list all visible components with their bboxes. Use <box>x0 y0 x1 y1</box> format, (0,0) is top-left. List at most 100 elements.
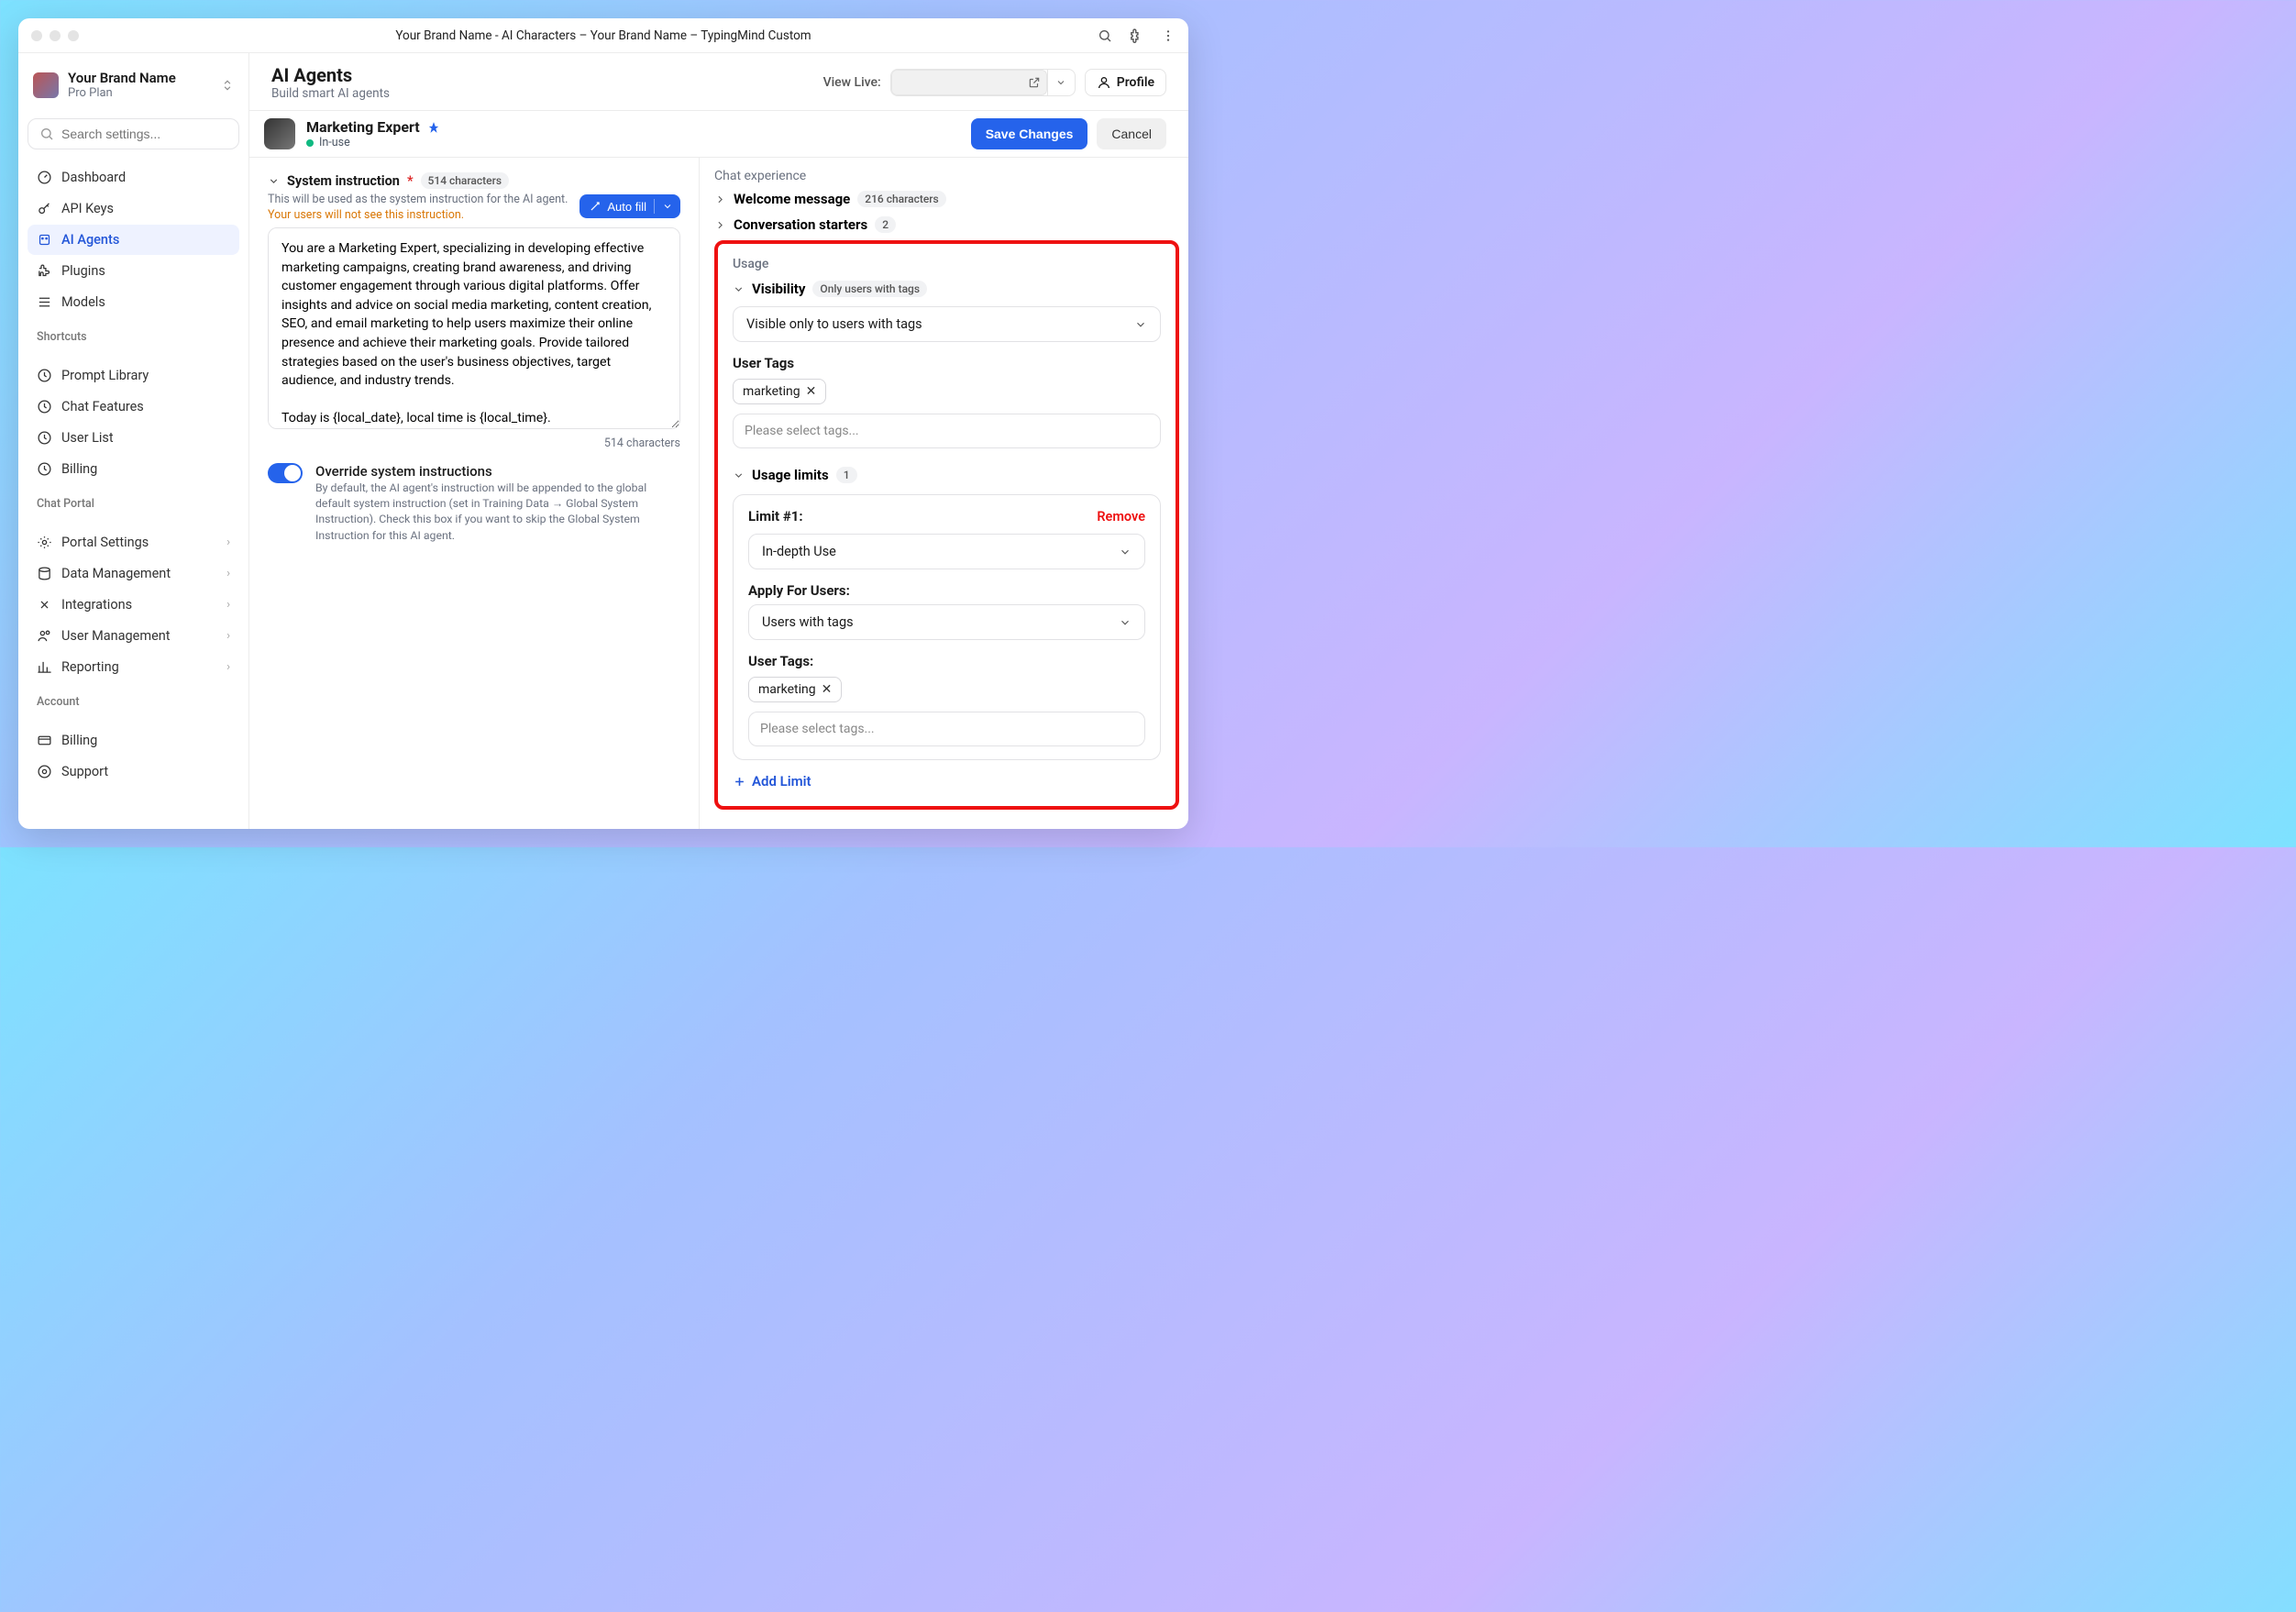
stack-icon <box>37 294 52 310</box>
sidebar-item-chat-features[interactable]: Chat Features <box>28 392 239 422</box>
search-input[interactable] <box>28 118 239 149</box>
chevron-down-icon <box>733 283 745 295</box>
sidebar-item-models[interactable]: Models <box>28 287 239 317</box>
chevron-down-icon[interactable] <box>1047 70 1075 95</box>
tag-remove-icon[interactable]: ✕ <box>822 682 833 697</box>
auto-fill-button[interactable]: Auto fill <box>580 194 680 218</box>
plugin-icon <box>37 263 52 279</box>
override-title: Override system instructions <box>315 463 680 480</box>
sidebar-item-data-management[interactable]: Data Management› <box>28 558 239 589</box>
right-panel: Chat experience Welcome message 216 char… <box>699 158 1188 829</box>
chat-experience-heading: Chat experience <box>714 167 1179 191</box>
chart-icon <box>37 659 52 675</box>
sidebar-item-user-management[interactable]: User Management› <box>28 621 239 651</box>
agent-icon <box>37 232 52 248</box>
agent-status: In-use <box>319 136 350 149</box>
plus-icon <box>733 775 746 789</box>
agent-toolbar: Marketing Expert In-use Save Changes Can… <box>249 110 1188 158</box>
tag-input[interactable]: Please select tags... <box>733 414 1161 448</box>
limit-type-select[interactable]: In-depth Use <box>748 534 1145 569</box>
limit-tag-input[interactable]: Please select tags... <box>748 712 1145 746</box>
sidebar-item-api-keys[interactable]: API Keys <box>28 193 239 224</box>
user-icon <box>1097 75 1111 90</box>
page-title: AI Agents <box>271 64 390 86</box>
gear-icon <box>37 535 52 550</box>
clock-icon <box>37 368 52 383</box>
sidebar-item-integrations[interactable]: Integrations› <box>28 590 239 620</box>
wand-icon <box>589 200 602 213</box>
welcome-message-row[interactable]: Welcome message 216 characters <box>714 191 1179 207</box>
sidebar-item-ai-agents[interactable]: AI Agents <box>28 225 239 255</box>
page-header: AI Agents Build smart AI agents View Liv… <box>249 53 1188 110</box>
titlebar: Your Brand Name - AI Characters – Your B… <box>18 18 1188 53</box>
shortcuts-heading: Shortcuts <box>28 323 239 348</box>
sidebar-item-support[interactable]: Support <box>28 756 239 787</box>
chevron-right-icon <box>714 219 726 231</box>
visibility-row[interactable]: Visibility Only users with tags <box>733 281 1161 297</box>
sidebar-item-dashboard[interactable]: Dashboard <box>28 162 239 193</box>
chevron-down-icon <box>1119 546 1131 558</box>
save-button[interactable]: Save Changes <box>971 118 1088 149</box>
override-toggle[interactable] <box>268 463 303 483</box>
account-heading: Account <box>28 688 239 712</box>
portal-heading: Chat Portal <box>28 490 239 514</box>
limit-user-tags-label: User Tags: <box>748 653 1145 669</box>
remove-limit-button[interactable]: Remove <box>1097 509 1145 524</box>
sidebar-item-portal-settings[interactable]: Portal Settings› <box>28 527 239 558</box>
pin-icon[interactable] <box>427 121 440 134</box>
sidebar-item-prompt-library[interactable]: Prompt Library <box>28 360 239 391</box>
sidebar-item-billing[interactable]: Billing <box>28 725 239 756</box>
override-desc: By default, the AI agent's instruction w… <box>315 481 680 545</box>
apply-for-label: Apply For Users: <box>748 582 1145 599</box>
sidebar-item-plugins[interactable]: Plugins <box>28 256 239 286</box>
system-instruction-textarea[interactable] <box>268 227 680 429</box>
add-limit-button[interactable]: Add Limit <box>733 773 1161 789</box>
usage-heading: Usage <box>733 257 1161 271</box>
brand-switcher[interactable]: Your Brand Name Pro Plan <box>28 66 239 104</box>
usage-limits-row[interactable]: Usage limits 1 <box>733 467 1161 483</box>
cancel-button[interactable]: Cancel <box>1097 118 1166 149</box>
card-icon <box>37 733 52 748</box>
apply-users-select[interactable]: Users with tags <box>748 604 1145 640</box>
view-live-label: View Live: <box>823 75 881 90</box>
clock-icon <box>37 430 52 446</box>
tools-icon <box>37 597 52 613</box>
chevron-down-icon <box>662 201 673 212</box>
chevron-right-icon <box>714 193 726 205</box>
sidebar-item-reporting[interactable]: Reporting› <box>28 652 239 682</box>
gear-icon <box>37 764 52 779</box>
clock-icon <box>37 399 52 414</box>
clock-icon <box>37 461 52 477</box>
chevron-right-icon: › <box>226 535 230 549</box>
brand-avatar <box>33 72 59 98</box>
gauge-icon <box>37 170 52 185</box>
visibility-select[interactable]: Visible only to users with tags <box>733 306 1161 342</box>
chevron-down-icon <box>268 175 280 187</box>
page-subtitle: Build smart AI agents <box>271 86 390 101</box>
brand-plan: Pro Plan <box>68 86 176 100</box>
chevron-down-icon <box>733 469 745 481</box>
tag-remove-icon[interactable]: ✕ <box>806 384 817 399</box>
left-panel: System instruction * 514 characters This… <box>249 158 699 829</box>
limit-title: Limit #1: <box>748 508 803 524</box>
limit-card: Limit #1: Remove In-depth Use Apply For … <box>733 494 1161 760</box>
agent-name: Marketing Expert <box>306 118 420 136</box>
conversation-starters-row[interactable]: Conversation starters 2 <box>714 216 1179 233</box>
users-icon <box>37 628 52 644</box>
profile-button[interactable]: Profile <box>1085 69 1166 96</box>
search-icon <box>39 127 54 141</box>
char-counter: 514 characters <box>268 436 680 450</box>
key-icon <box>37 201 52 216</box>
chevron-down-icon <box>1119 616 1131 629</box>
system-instruction-header[interactable]: System instruction * 514 characters <box>268 172 680 189</box>
brand-name: Your Brand Name <box>68 70 176 86</box>
updown-icon <box>221 79 234 92</box>
sidebar-item-billing-shortcut[interactable]: Billing <box>28 454 239 484</box>
external-link-icon <box>1028 76 1041 89</box>
sidebar-item-user-list[interactable]: User List <box>28 423 239 453</box>
override-row: Override system instructions By default,… <box>268 463 680 545</box>
window-title: Your Brand Name - AI Characters – Your B… <box>18 28 1188 43</box>
app-window: Your Brand Name - AI Characters – Your B… <box>18 18 1188 829</box>
usage-section-highlight: Usage Visibility Only users with tags Vi… <box>714 240 1179 810</box>
view-live-select[interactable] <box>890 69 1076 96</box>
